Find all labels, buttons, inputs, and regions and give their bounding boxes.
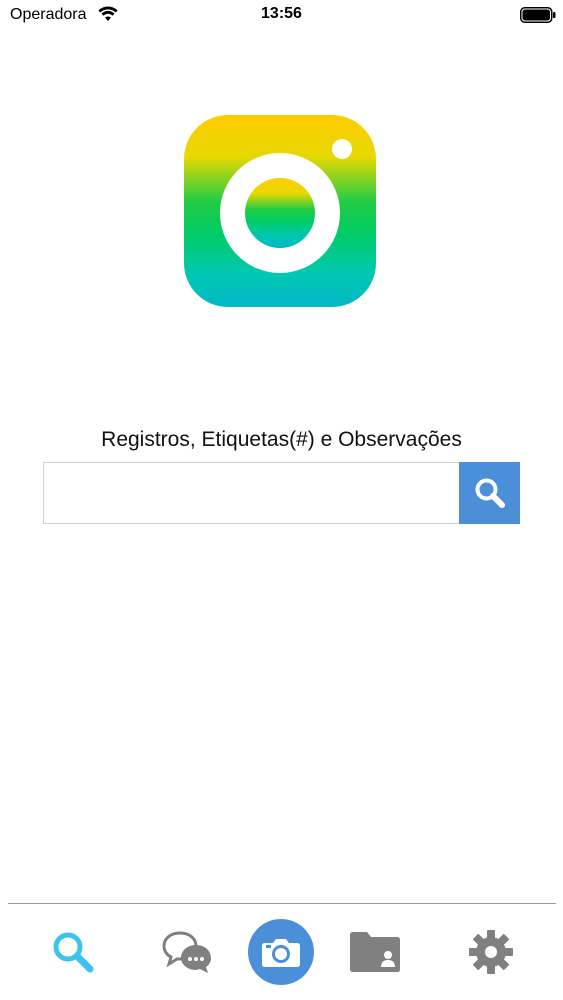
tab-bar bbox=[0, 904, 563, 1000]
tab-search[interactable] bbox=[33, 904, 113, 1000]
tab-messages[interactable] bbox=[148, 904, 228, 1000]
gear-icon bbox=[469, 930, 513, 974]
tab-folders[interactable] bbox=[335, 904, 415, 1000]
search-button[interactable] bbox=[459, 462, 520, 524]
chat-bubbles-icon bbox=[162, 931, 211, 973]
contacts-folder-icon bbox=[350, 932, 400, 972]
status-bar: Operadora 13:56 bbox=[0, 0, 563, 30]
tab-settings[interactable] bbox=[451, 904, 531, 1000]
battery-icon bbox=[520, 7, 556, 23]
search-icon bbox=[53, 932, 94, 973]
tab-camera[interactable] bbox=[241, 904, 321, 1000]
search-input[interactable] bbox=[43, 462, 459, 524]
search-label: Registros, Etiquetas(#) e Observações bbox=[101, 428, 462, 451]
app-screen: Operadora 13:56 Registros, Etiquetas(#) … bbox=[0, 0, 563, 1000]
camera-icon bbox=[262, 939, 300, 967]
status-time: 13:56 bbox=[261, 5, 302, 22]
camera-tab-circle bbox=[248, 919, 314, 985]
camera-logo-icon bbox=[184, 115, 376, 307]
search-icon bbox=[475, 478, 505, 508]
